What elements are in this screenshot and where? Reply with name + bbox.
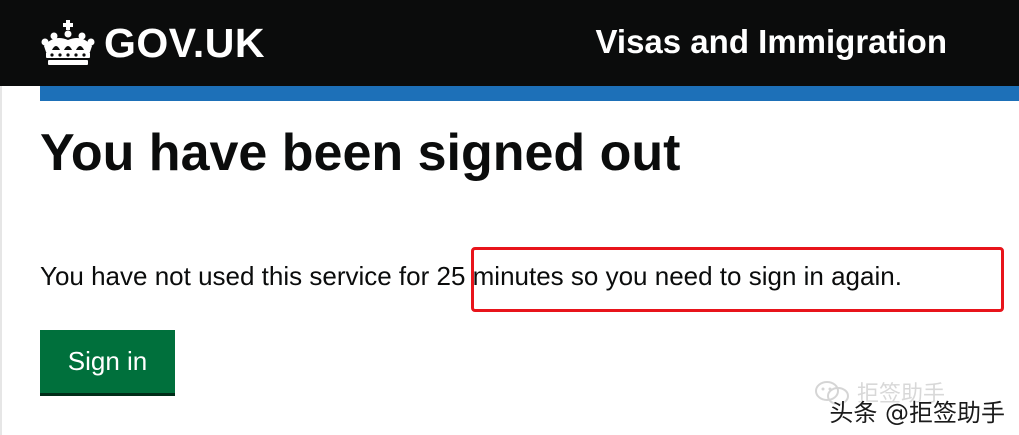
crown-icon <box>41 20 95 65</box>
signed-out-message: You have not used this service for 25 mi… <box>40 261 902 291</box>
site-header: GOV.UK Visas and Immigration <box>0 0 1019 86</box>
service-name-link[interactable]: Visas and Immigration <box>596 22 948 62</box>
watermark: 拒签助手 头条 @拒签助手 <box>795 378 1005 428</box>
page-title: You have been signed out <box>40 124 681 182</box>
page: GOV.UK Visas and Immigration You have be… <box>0 0 1019 435</box>
watermark-text: 头条 @拒签助手 <box>829 399 1005 427</box>
header-accent-bar <box>40 86 1019 101</box>
sign-in-button[interactable]: Sign in <box>40 330 175 393</box>
page-edge <box>0 86 2 435</box>
logo-text: GOV.UK <box>104 20 265 66</box>
govuk-logo-link[interactable]: GOV.UK <box>40 20 265 66</box>
